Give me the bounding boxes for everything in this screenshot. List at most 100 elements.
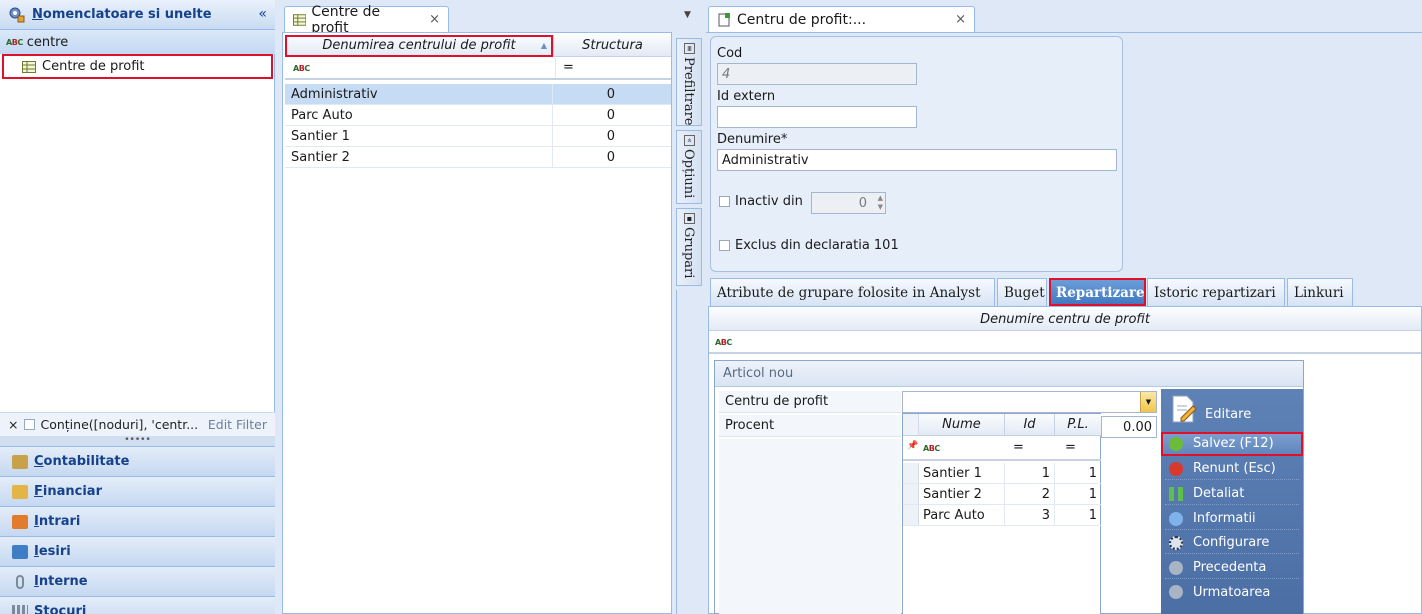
nav-financiar[interactable]: Financiar (0, 476, 275, 506)
gear-icon (1169, 535, 1183, 550)
info-button[interactable]: Informatii (1165, 508, 1299, 530)
filter-row[interactable]: ABC = (285, 58, 671, 80)
navigation-header: Nomenclatoare si unelte « (0, 0, 275, 30)
tools-icon (9, 7, 25, 22)
tree-item-centre-de-profit[interactable]: Centre de profit (2, 54, 273, 79)
edit-filter-link[interactable]: Edit Filter (208, 417, 267, 432)
dd-cell-nume: Santier 2 (919, 484, 1005, 504)
procent-field[interactable]: 0.00 (1101, 416, 1157, 438)
exclus-checkbox[interactable] (719, 240, 730, 251)
panel-splitter[interactable]: ••••• (0, 436, 275, 446)
dd-row[interactable]: Parc Auto 3 1 (903, 505, 1101, 526)
tab-centru-de-profit[interactable]: Centru de profit:... × (708, 6, 975, 32)
id-extern-label: Id extern (717, 89, 776, 104)
next-icon (1169, 585, 1183, 599)
inactiv-label: Inactiv din (735, 194, 803, 209)
dd-row[interactable]: Santier 22 1 (903, 484, 1101, 505)
dd-cell-nume: Parc Auto (919, 505, 1005, 525)
centru-combo[interactable]: ▼ (902, 391, 1157, 413)
text-field-icon: ABC (923, 444, 940, 453)
dropdown-arrow-icon[interactable]: ▼ (1140, 392, 1156, 412)
row-name: Administrativ (285, 84, 553, 104)
id-extern-field[interactable] (717, 106, 917, 128)
truck-in-icon (12, 514, 28, 529)
table-row[interactable]: Santier 1 0 (285, 126, 671, 147)
next-button[interactable]: Urmatoarea (1165, 581, 1299, 603)
side-tab-optiuni[interactable]: « Opțiuni (676, 130, 702, 204)
table-row[interactable]: Santier 2 0 (285, 147, 671, 168)
filter-bar: × Conține([noduri], 'centr... Edit Filte… (0, 412, 275, 436)
navigation-title[interactable]: Nomenclatoare si unelte (32, 7, 212, 22)
text-field-icon: ABC (6, 37, 23, 47)
sort-asc-icon: ▲ (540, 41, 547, 50)
procent-value: 0.00 (1123, 419, 1152, 435)
spinner-arrows-icon[interactable]: ▲ ▼ (878, 194, 883, 212)
filter-enabled-checkbox[interactable] (24, 419, 36, 430)
dd-header-id[interactable]: Id (1005, 414, 1055, 436)
nav-interne[interactable]: Interne (0, 566, 275, 596)
dd-filter-row[interactable]: 📌 ABC = = (903, 437, 1101, 461)
dd-cell-pl: 1 (1088, 486, 1097, 502)
check-icon (1169, 436, 1183, 451)
clear-filter-icon[interactable]: × (8, 417, 18, 432)
row-structure: 0 (606, 107, 615, 123)
tab-istoric-repartizari[interactable]: Istoric repartizari (1147, 278, 1285, 306)
row-structure: 0 (606, 128, 615, 144)
nav-contabilitate[interactable]: Contabilitate (0, 446, 275, 476)
configure-button[interactable]: Configurare (1165, 532, 1299, 554)
inactiv-checkbox[interactable] (719, 196, 730, 207)
previous-button[interactable]: Precedenta (1165, 557, 1299, 579)
column-header-structure[interactable]: Structura (553, 35, 671, 57)
tab-centre-de-profit[interactable]: Centre de profit × (284, 4, 449, 36)
row-name: Santier 2 (285, 147, 553, 167)
dd-header-pl[interactable]: P.L. (1055, 414, 1101, 436)
subtab-label: Atribute de grupare folosite in Analyst (717, 284, 981, 301)
dialog-title: Articol nou (715, 361, 1303, 387)
nav-stocuri[interactable]: Stocuri (0, 596, 275, 614)
column-header-denumire[interactable]: Denumire centru de profit (709, 309, 1421, 331)
details-label: Detaliat (1193, 486, 1245, 501)
dd-row[interactable]: Santier 111 (903, 463, 1101, 484)
denumire-value: Administrativ (722, 152, 809, 168)
inactiv-spinner[interactable]: 0 ▲ ▼ (811, 192, 886, 214)
collapse-icon[interactable]: « (258, 6, 267, 22)
row-name: Santier 1 (285, 126, 553, 146)
close-tab-icon[interactable]: × (429, 12, 440, 27)
row-structure: 0 (606, 86, 615, 102)
cancel-button[interactable]: Renunt (Esc) (1165, 458, 1299, 480)
filter-operator: = (1013, 440, 1024, 455)
dd-cell-nume: Santier 1 (919, 463, 1005, 483)
close-tab-icon[interactable]: × (955, 12, 966, 27)
tab-list-dropdown-icon[interactable]: ▼ (684, 10, 691, 20)
tree-node-centre[interactable]: ABC centre (0, 30, 275, 54)
nav-intrari[interactable]: Intrari (0, 506, 275, 536)
filter-operator: = (563, 60, 574, 75)
text-field-icon: ABC (715, 338, 732, 347)
configure-label: Configurare (1193, 535, 1270, 550)
centru-label-text: Centru de profit (725, 394, 829, 409)
tab-buget[interactable]: Buget (997, 278, 1047, 306)
dd-header-nume[interactable]: Nume (919, 414, 1005, 436)
column-header-name[interactable]: Denumirea centrului de profit ▲ (285, 35, 553, 57)
edit-document-icon (1172, 395, 1197, 423)
filter-expression: Conține([noduri], 'centr... (40, 417, 199, 432)
filter-row[interactable]: ABC (709, 332, 1421, 354)
table-row[interactable]: Parc Auto 0 (285, 105, 671, 126)
subtab-label: Linkuri (1294, 284, 1344, 301)
dd-cell-id: 3 (1005, 505, 1055, 525)
nav-iesiri[interactable]: Iesiri (0, 536, 275, 566)
exclus-label: Exclus din declaratia 101 (735, 238, 899, 253)
side-tab-grupari[interactable]: ▪ Grupari (676, 208, 702, 286)
money-icon (12, 484, 28, 499)
side-tab-prefiltrare[interactable]: ≡ Prefiltrare (676, 38, 702, 126)
text-field-icon: ABC (293, 64, 310, 73)
details-button[interactable]: Detaliat (1165, 483, 1299, 505)
save-button[interactable]: Salvez (F12) (1161, 432, 1303, 456)
tab-linkuri[interactable]: Linkuri (1287, 278, 1353, 306)
denumire-field[interactable]: Administrativ (717, 149, 1117, 171)
dd-header-label: P.L. (1067, 417, 1089, 432)
edit-button[interactable]: Editare (1171, 393, 1251, 425)
tab-repartizare[interactable]: Repartizare (1049, 278, 1146, 306)
tab-atribute[interactable]: Atribute de grupare folosite in Analyst (710, 278, 995, 306)
table-row[interactable]: Administrativ 0 (285, 84, 671, 105)
